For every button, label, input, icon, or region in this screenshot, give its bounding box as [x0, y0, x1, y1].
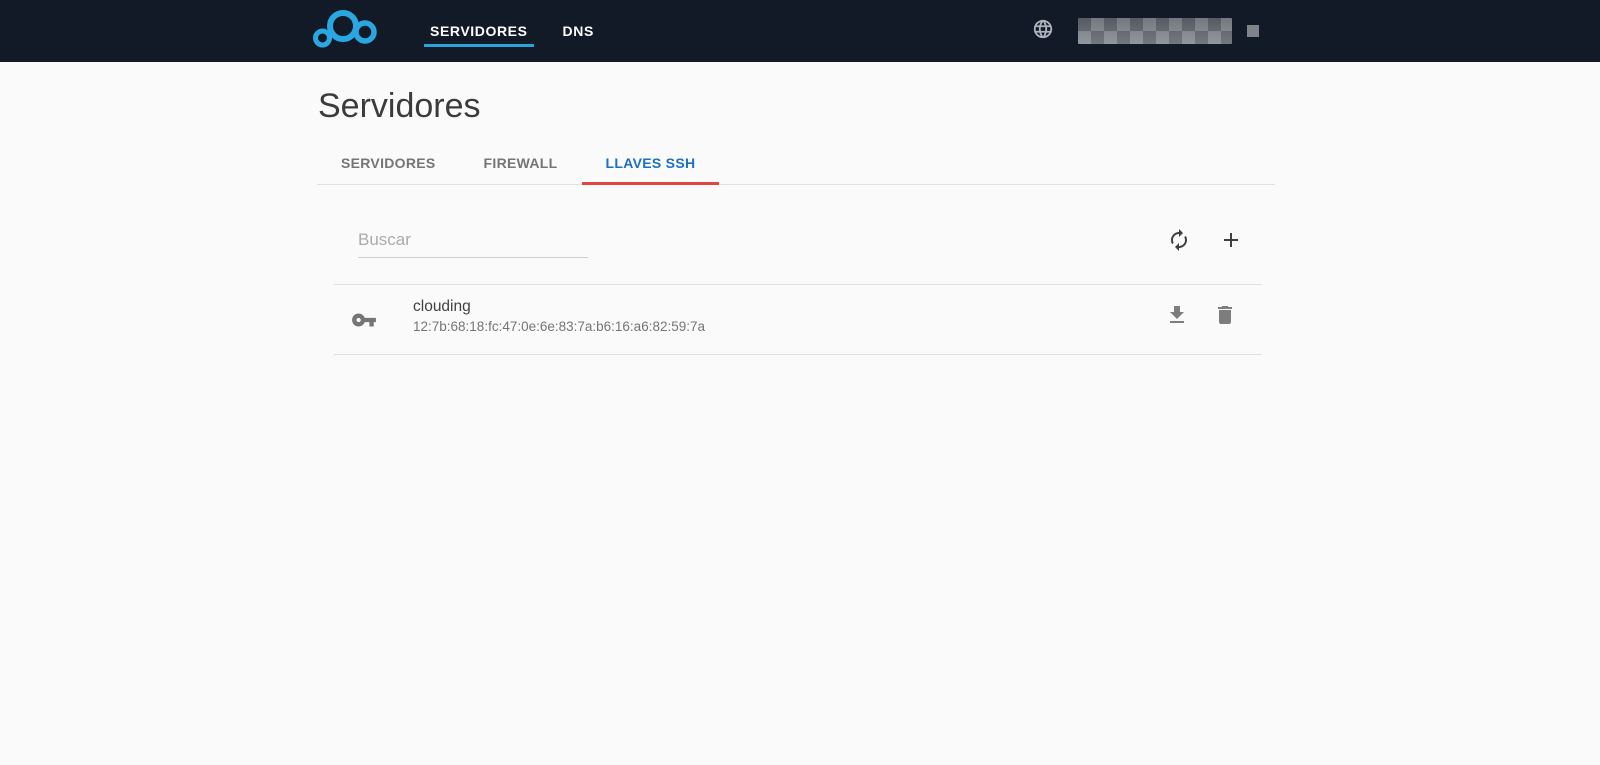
- nav-item-label: DNS: [563, 23, 594, 39]
- search-input[interactable]: [358, 228, 588, 258]
- tab-firewall[interactable]: FIREWALL: [460, 141, 582, 185]
- ssh-key-row: clouding 12:7b:68:18:fc:47:0e:6e:83:7a:b…: [334, 284, 1262, 355]
- page-title: Servidores: [318, 86, 1275, 126]
- tab-servidores[interactable]: SERVIDORES: [317, 141, 460, 185]
- main-content: Servidores SERVIDORES FIREWALL LLAVES SS…: [317, 86, 1275, 355]
- nav-item-servidores[interactable]: SERVIDORES: [424, 0, 534, 62]
- header-account-area: [1032, 18, 1259, 45]
- tab-label: FIREWALL: [484, 155, 558, 171]
- plus-icon: [1219, 240, 1243, 255]
- tab-label: LLAVES SSH: [606, 155, 696, 171]
- account-caret-redacted[interactable]: [1247, 25, 1259, 37]
- globe-icon[interactable]: [1032, 18, 1054, 45]
- download-icon: [1165, 315, 1189, 330]
- tab-bar: SERVIDORES FIREWALL LLAVES SSH: [317, 141, 1275, 185]
- account-name-redacted[interactable]: [1078, 18, 1232, 44]
- nav-item-dns[interactable]: DNS: [557, 0, 600, 62]
- refresh-button[interactable]: [1167, 228, 1191, 252]
- download-key-button[interactable]: [1165, 303, 1189, 327]
- ssh-key-name: clouding: [413, 296, 705, 317]
- ssh-keys-panel: clouding 12:7b:68:18:fc:47:0e:6e:83:7a:b…: [334, 197, 1262, 355]
- ssh-key-info: clouding 12:7b:68:18:fc:47:0e:6e:83:7a:b…: [413, 296, 705, 337]
- nav-item-label: SERVIDORES: [430, 23, 528, 39]
- add-key-button[interactable]: [1219, 228, 1243, 252]
- ssh-key-fingerprint: 12:7b:68:18:fc:47:0e:6e:83:7a:b6:16:a6:8…: [413, 317, 705, 337]
- toolbar: [334, 197, 1262, 271]
- tab-label: SERVIDORES: [341, 155, 436, 171]
- tab-llaves-ssh[interactable]: LLAVES SSH: [582, 141, 720, 185]
- trash-icon: [1213, 315, 1237, 330]
- main-nav: SERVIDORES DNS: [424, 0, 623, 62]
- autorenew-icon: [1167, 240, 1191, 255]
- cloud-logo[interactable]: [312, 9, 378, 54]
- top-bar: SERVIDORES DNS: [0, 0, 1600, 62]
- key-icon: [351, 307, 377, 333]
- delete-key-button[interactable]: [1213, 303, 1237, 327]
